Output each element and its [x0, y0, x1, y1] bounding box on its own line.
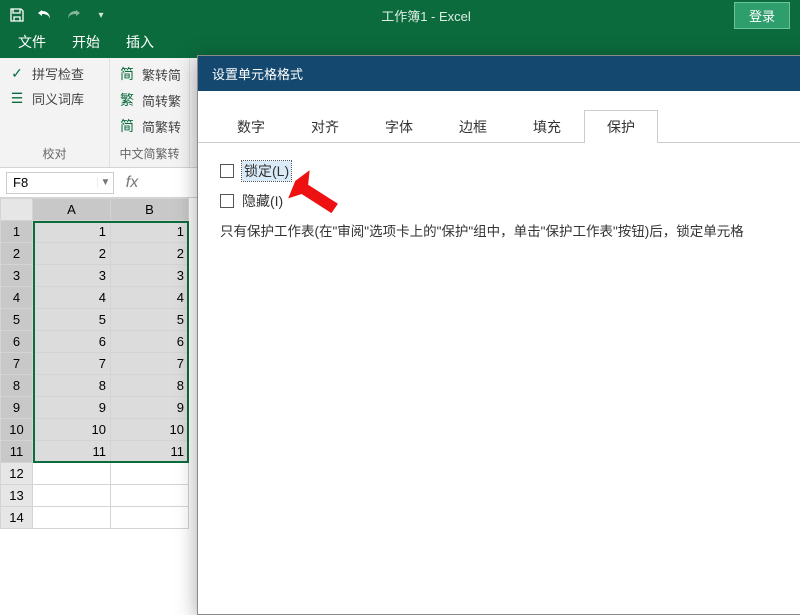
cell[interactable]: 8	[33, 375, 111, 397]
ribbon-group-convert: 简 繁转简 繁 简转繁 简 简繁转 中文简繁转	[110, 58, 190, 167]
dialog-tab-4[interactable]: 填充	[510, 110, 584, 143]
spreadsheet-grid[interactable]: A B 111222333444555666777888999101010111…	[0, 198, 189, 529]
dialog-title: 设置单元格格式	[198, 56, 800, 91]
cell[interactable]: 4	[33, 287, 111, 309]
format-cells-dialog: 设置单元格格式 数字对齐字体边框填充保护 锁定(L) 隐藏(I) 只有保护工作表…	[197, 55, 800, 615]
dialog-tab-5[interactable]: 保护	[584, 110, 658, 143]
ribbon-tab-strip: 文件 开始 插入	[0, 30, 800, 58]
spell-check-button[interactable]: ✓ 拼写检查	[8, 64, 101, 83]
quick-access-toolbar: ▾	[0, 6, 118, 24]
tab-insert[interactable]: 插入	[114, 28, 166, 58]
locked-row: 锁定(L)	[220, 161, 794, 181]
cell[interactable]: 1	[111, 221, 189, 243]
redo-icon[interactable]	[64, 6, 82, 24]
row-header[interactable]: 6	[1, 331, 33, 353]
simp-trad-convert-button[interactable]: 简 简繁转	[118, 116, 181, 136]
group-label-proofing: 校对	[8, 145, 101, 165]
row-header[interactable]: 4	[1, 287, 33, 309]
trad-to-simp-label: 繁转简	[142, 65, 181, 84]
cell[interactable]: 2	[111, 243, 189, 265]
dialog-body: 锁定(L) 隐藏(I) 只有保护工作表(在"审阅"选项卡上的"保护"组中，单击"…	[198, 143, 800, 261]
row-header[interactable]: 2	[1, 243, 33, 265]
tab-file[interactable]: 文件	[6, 28, 58, 58]
cell[interactable]: 6	[111, 331, 189, 353]
title-bar: ▾ 工作簿1 - Excel 登录	[0, 0, 800, 30]
simp-to-trad-label: 简转繁	[142, 91, 181, 110]
spell-check-icon: ✓	[8, 65, 26, 82]
row-header[interactable]: 10	[1, 419, 33, 441]
col-header-a[interactable]: A	[33, 199, 111, 221]
spell-check-label: 拼写检查	[32, 64, 84, 83]
dialog-tab-strip: 数字对齐字体边框填充保护	[198, 91, 800, 143]
cell[interactable]: 4	[111, 287, 189, 309]
dialog-note: 只有保护工作表(在"审阅"选项卡上的"保护"组中，单击"保护工作表"按钮)后，锁…	[220, 221, 794, 243]
cell[interactable]: 9	[33, 397, 111, 419]
save-icon[interactable]	[8, 6, 26, 24]
hidden-checkbox[interactable]	[220, 194, 234, 208]
hidden-label[interactable]: 隐藏(I)	[242, 191, 283, 211]
tab-home[interactable]: 开始	[60, 28, 112, 58]
name-box-dropdown-icon[interactable]: ▼	[97, 177, 113, 188]
cell[interactable]: 7	[33, 353, 111, 375]
cell[interactable]: 10	[33, 419, 111, 441]
row-header[interactable]: 3	[1, 265, 33, 287]
select-all-corner[interactable]	[1, 199, 33, 221]
dialog-tab-3[interactable]: 边框	[436, 110, 510, 143]
simp-trad-convert-label: 简繁转	[142, 117, 181, 136]
group-label-convert: 中文简繁转	[118, 145, 181, 165]
cell[interactable]	[33, 463, 111, 485]
cell[interactable]	[111, 463, 189, 485]
row-header[interactable]: 1	[1, 221, 33, 243]
insert-function-icon[interactable]: fx	[120, 174, 144, 192]
cell[interactable]: 2	[33, 243, 111, 265]
cell[interactable]: 6	[33, 331, 111, 353]
cell[interactable]: 10	[111, 419, 189, 441]
name-box-input[interactable]	[7, 175, 97, 190]
name-box-wrap: ▼	[6, 172, 114, 194]
cell[interactable]	[111, 485, 189, 507]
row-header[interactable]: 11	[1, 441, 33, 463]
simp-to-trad-icon: 繁	[118, 90, 136, 110]
login-button[interactable]: 登录	[734, 2, 790, 29]
thesaurus-button[interactable]: ☰ 同义词库	[8, 89, 101, 108]
dialog-tab-2[interactable]: 字体	[362, 110, 436, 143]
row-header[interactable]: 5	[1, 309, 33, 331]
thesaurus-label: 同义词库	[32, 89, 84, 108]
hidden-row: 隐藏(I)	[220, 191, 794, 211]
ribbon-group-proofing: ✓ 拼写检查 ☰ 同义词库 校对	[0, 58, 110, 167]
row-header[interactable]: 14	[1, 507, 33, 529]
row-header[interactable]: 8	[1, 375, 33, 397]
cell[interactable]: 11	[111, 441, 189, 463]
cell[interactable]: 9	[111, 397, 189, 419]
cell[interactable]: 7	[111, 353, 189, 375]
qat-customize-icon[interactable]: ▾	[92, 6, 110, 24]
cell[interactable]: 8	[111, 375, 189, 397]
simp-trad-convert-icon: 简	[118, 116, 136, 136]
col-header-b[interactable]: B	[111, 199, 189, 221]
window-title: 工作簿1 - Excel	[118, 6, 734, 25]
locked-checkbox[interactable]	[220, 164, 234, 178]
cell[interactable]	[33, 485, 111, 507]
row-header[interactable]: 13	[1, 485, 33, 507]
cell[interactable]	[111, 507, 189, 529]
cell[interactable]: 3	[33, 265, 111, 287]
row-header[interactable]: 12	[1, 463, 33, 485]
cell[interactable]: 11	[33, 441, 111, 463]
row-header[interactable]: 7	[1, 353, 33, 375]
trad-to-simp-button[interactable]: 简 繁转简	[118, 64, 181, 84]
cell[interactable]: 1	[33, 221, 111, 243]
dialog-tab-1[interactable]: 对齐	[288, 110, 362, 143]
undo-icon[interactable]	[36, 6, 54, 24]
cell[interactable]: 5	[33, 309, 111, 331]
row-header[interactable]: 9	[1, 397, 33, 419]
cell[interactable]	[33, 507, 111, 529]
locked-label[interactable]: 锁定(L)	[242, 161, 291, 181]
thesaurus-icon: ☰	[8, 90, 26, 107]
dialog-tab-0[interactable]: 数字	[214, 110, 288, 143]
cell[interactable]: 5	[111, 309, 189, 331]
trad-to-simp-icon: 简	[118, 64, 136, 84]
cell[interactable]: 3	[111, 265, 189, 287]
simp-to-trad-button[interactable]: 繁 简转繁	[118, 90, 181, 110]
